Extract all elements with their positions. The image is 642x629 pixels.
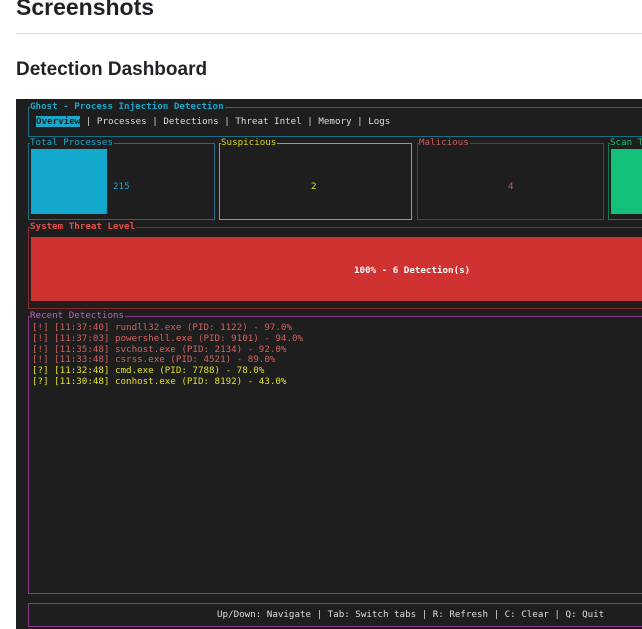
- total-processes-bar: [31, 149, 107, 214]
- malicious-box: Malicious 4: [417, 137, 604, 220]
- threat-level-title: System Threat Level: [30, 221, 137, 233]
- recent-detections-box: Recent Detections [!] [11:37:40] rundll3…: [28, 310, 642, 594]
- tab-separator: |: [85, 116, 92, 127]
- total-processes-value: 215: [113, 181, 130, 192]
- scan-box: Scan T: [608, 137, 642, 220]
- tab-memory[interactable]: Memory: [318, 116, 351, 127]
- tab-separator: |: [152, 116, 158, 127]
- detection-item[interactable]: [!] [11:37:03] powershell.exe (PID: 9101…: [32, 333, 303, 345]
- tab-bar: Overview | Processes | Detections | Thre…: [36, 116, 390, 127]
- detections-list: [!] [11:37:40] rundll32.exe (PID: 1122) …: [32, 322, 303, 388]
- section-heading: Detection Dashboard: [16, 59, 208, 80]
- keybinding-help: Up/Down: Navigate | Tab: Switch tabs | R…: [217, 609, 605, 620]
- total-processes-box: Total Processes 215: [28, 137, 215, 220]
- app-title: Ghost - Process Injection Detection: [30, 101, 225, 113]
- malicious-value: 4: [508, 181, 514, 192]
- threat-level-gauge: [31, 237, 642, 301]
- suspicious-value: 2: [311, 181, 317, 192]
- page-heading: Screenshots: [16, 0, 155, 20]
- tab-separator: |: [307, 116, 313, 127]
- divider: [16, 33, 642, 34]
- tab-logs[interactable]: Logs: [368, 116, 390, 127]
- tab-separator: |: [224, 116, 230, 127]
- header-box: Ghost - Process Injection Detection Over…: [28, 101, 642, 137]
- threat-level-label: 100% - 6 Detection(s): [354, 265, 471, 276]
- scan-bar: [611, 149, 642, 214]
- malicious-title: Malicious: [419, 137, 470, 149]
- tab-threat-intel[interactable]: Threat Intel: [235, 116, 301, 127]
- total-processes-title: Total Processes: [30, 137, 114, 149]
- scan-title: Scan T: [610, 137, 642, 149]
- tab-separator: |: [357, 116, 363, 127]
- suspicious-title: Suspicious: [221, 137, 278, 149]
- threat-level-box: System Threat Level 100% - 6 Detection(s…: [28, 221, 642, 309]
- tab-processes[interactable]: Processes: [97, 116, 147, 127]
- suspicious-box: Suspicious 2: [219, 137, 412, 220]
- tab-overview[interactable]: Overview: [36, 116, 81, 127]
- tab-detections[interactable]: Detections: [163, 116, 218, 127]
- footer-box: Up/Down: Navigate | Tab: Switch tabs | R…: [28, 603, 642, 627]
- detection-item[interactable]: [?] [11:30:48] conhost.exe (PID: 8192) -…: [32, 376, 303, 388]
- terminal-screenshot: Ghost - Process Injection Detection Over…: [16, 99, 642, 629]
- recent-detections-title: Recent Detections: [30, 310, 126, 322]
